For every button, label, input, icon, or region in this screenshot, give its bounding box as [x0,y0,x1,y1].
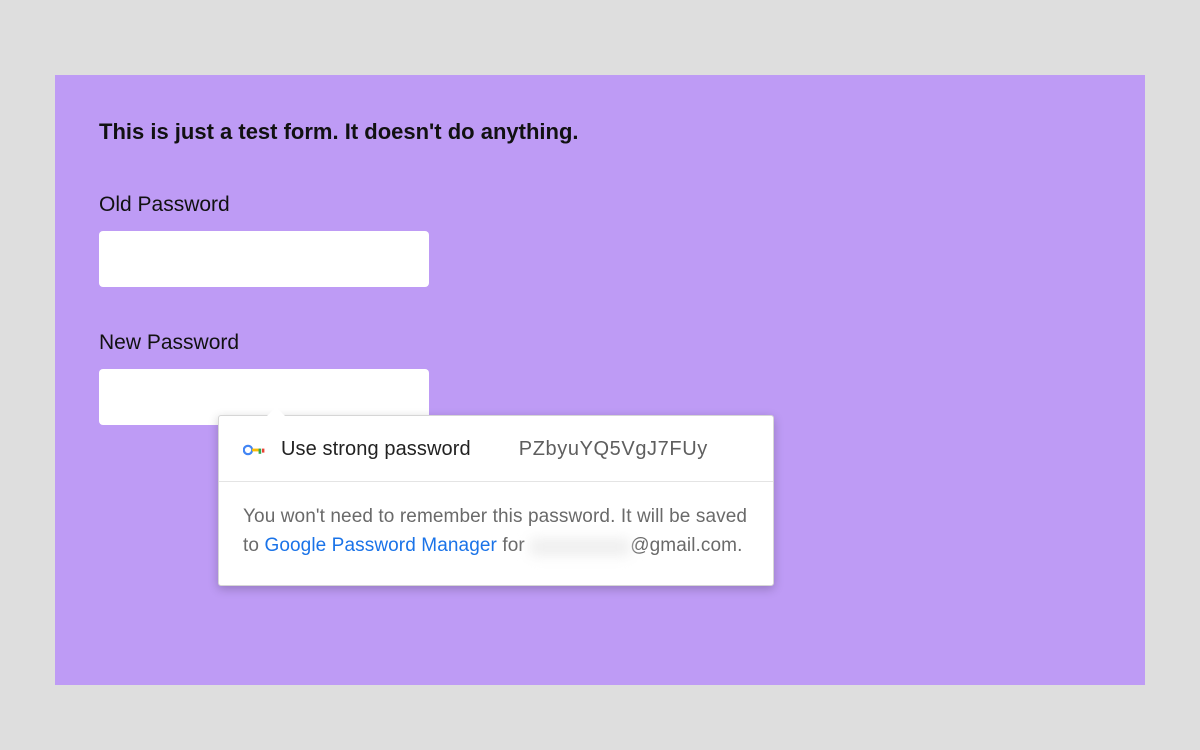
suggested-password-value: PZbyuYQ5VgJ7FUy [519,438,708,461]
old-password-group: Old Password [99,193,1101,287]
old-password-label: Old Password [99,193,1101,217]
email-redacted-part: xxxxxxxxx [530,538,630,556]
email-visible-part: @gmail.com. [630,535,742,556]
popup-header-row[interactable]: Use strong password PZbyuYQ5VgJ7FUy [219,416,773,482]
password-suggestion-popup: Use strong password PZbyuYQ5VgJ7FUy You … [218,415,774,586]
google-password-manager-link[interactable]: Google Password Manager [264,535,497,556]
popup-info-mid: for [497,535,530,556]
new-password-label: New Password [99,331,1101,355]
test-form-panel: This is just a test form. It doesn't do … [55,75,1145,685]
password-key-icon [243,443,265,457]
old-password-input[interactable] [99,231,429,287]
popup-info-text: You won't need to remember this password… [219,482,773,585]
new-password-group: New Password [99,331,1101,425]
form-heading: This is just a test form. It doesn't do … [99,119,1101,145]
use-strong-password-label: Use strong password [281,438,471,461]
